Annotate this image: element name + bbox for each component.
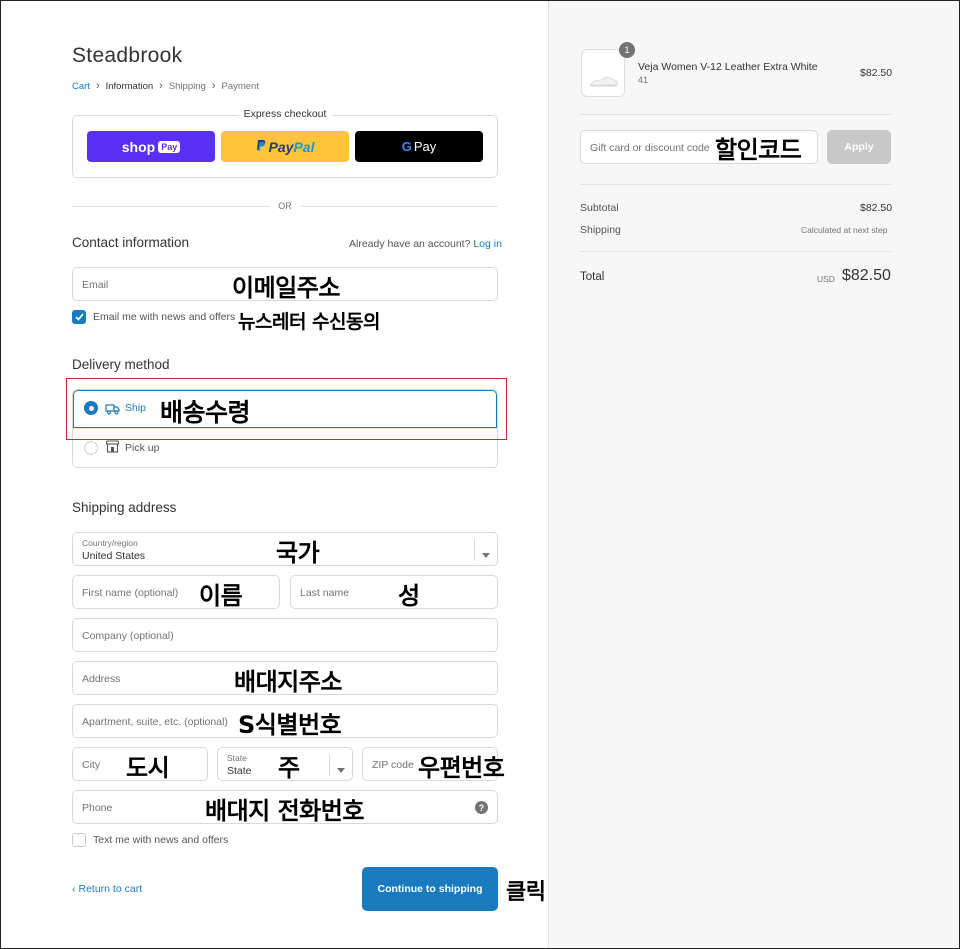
email-placeholder: Email	[82, 279, 109, 291]
breadcrumb-information: Information	[105, 80, 154, 92]
help-icon[interactable]: ?	[475, 801, 488, 814]
account-prompt: Already have an account? Log in	[349, 238, 502, 250]
breadcrumb: Cart › Information › Shipping › Payment	[72, 80, 259, 92]
login-link[interactable]: Log in	[473, 238, 502, 250]
annotation-address: 배대지주소	[234, 668, 342, 696]
pickup-radio[interactable]	[84, 441, 98, 455]
total-value: $82.50	[842, 267, 891, 284]
chevron-right-icon: ›	[159, 80, 163, 92]
chevron-down-icon	[337, 761, 345, 779]
country-label: Country/region	[82, 538, 138, 548]
email-offers-label: Email me with news and offers	[93, 311, 236, 323]
annotation-highlight-box	[66, 378, 507, 440]
annotation-state: 주	[278, 754, 300, 782]
annotation-first-name: 이름	[199, 582, 243, 610]
annotation-country: 국가	[276, 539, 320, 567]
currency-code: USD	[817, 274, 835, 284]
state-label: State	[227, 753, 247, 763]
paypal-logo-icon	[256, 139, 266, 155]
first-name-input[interactable]: First name (optional)	[72, 575, 280, 609]
company-placeholder: Company (optional)	[82, 630, 174, 642]
return-to-cart-link[interactable]: ‹ Return to cart	[72, 883, 142, 895]
select-divider	[329, 754, 330, 776]
annotation-city: 도시	[126, 754, 170, 782]
company-input[interactable]: Company (optional)	[72, 618, 498, 652]
breadcrumb-shipping: Shipping	[168, 80, 206, 92]
text-offers-label: Text me with news and offers	[93, 834, 229, 846]
discount-placeholder: Gift card or discount code	[590, 142, 710, 154]
product-thumbnail	[581, 49, 625, 97]
annotation-discount: 할인코드	[715, 136, 802, 164]
country-value: United States	[82, 550, 146, 562]
google-pay-button[interactable]: G Pay	[355, 131, 483, 162]
express-checkout-title: Express checkout	[72, 108, 498, 120]
annotation-newsletter: 뉴스레터 수신동의	[238, 311, 380, 333]
breadcrumb-payment: Payment	[221, 80, 259, 92]
shoe-icon	[589, 76, 618, 87]
product-variant: 41	[638, 75, 649, 85]
product-name: Veja Women V-12 Leather Extra White	[638, 61, 818, 73]
chevron-right-icon: ›	[211, 80, 216, 92]
city-placeholder: City	[82, 759, 101, 771]
last-name-placeholder: Last name	[300, 587, 350, 599]
chevron-left-icon: ‹	[72, 883, 76, 895]
annotation-zip: 우편번호	[418, 754, 505, 782]
pickup-label: Pick up	[125, 442, 160, 454]
annotation-continue: 클릭	[506, 880, 546, 905]
shop-pay-button[interactable]: shop Pay	[87, 131, 215, 162]
summary-divider	[580, 114, 891, 115]
annotation-apartment: S식별번호	[238, 711, 342, 739]
store-name[interactable]: Steadbrook	[72, 44, 182, 68]
chevron-right-icon: ›	[95, 80, 100, 92]
product-price: $82.50	[860, 67, 893, 79]
breadcrumb-cart[interactable]: Cart	[72, 81, 90, 92]
contact-heading: Contact information	[72, 235, 190, 250]
address-placeholder: Address	[82, 673, 121, 685]
last-name-input[interactable]: Last name	[290, 575, 498, 609]
shipping-label: Shipping	[580, 224, 621, 236]
zip-placeholder: ZIP code	[372, 759, 414, 771]
email-offers-checkbox[interactable]	[72, 310, 86, 324]
select-divider	[474, 539, 475, 561]
chevron-down-icon	[482, 546, 490, 564]
subtotal-label: Subtotal	[580, 202, 619, 214]
annotation-email: 이메일주소	[232, 274, 340, 302]
store-icon	[105, 440, 120, 458]
annotation-last-name: 성	[398, 582, 420, 610]
google-g-icon: G	[401, 139, 412, 154]
shipping-address-heading: Shipping address	[72, 500, 177, 515]
quantity-badge: 1	[619, 42, 635, 58]
first-name-placeholder: First name (optional)	[82, 587, 179, 599]
summary-divider	[580, 184, 891, 185]
total-label: Total	[580, 271, 605, 283]
state-value: State	[227, 765, 252, 777]
phone-placeholder: Phone	[82, 802, 113, 814]
apply-button[interactable]: Apply	[827, 130, 891, 164]
or-label: OR	[72, 201, 498, 211]
shipping-value: Calculated at next step	[801, 225, 888, 235]
order-summary: 1 Veja Women V-12 Leather Extra White 41…	[548, 1, 959, 948]
annotation-phone: 배대지 전화번호	[205, 797, 364, 825]
apartment-placeholder: Apartment, suite, etc. (optional)	[82, 716, 228, 728]
text-offers-checkbox[interactable]	[72, 833, 86, 847]
summary-divider	[580, 251, 891, 252]
subtotal-value: $82.50	[860, 202, 893, 214]
continue-to-shipping-button[interactable]: Continue to shipping	[362, 867, 498, 911]
delivery-heading: Delivery method	[72, 357, 170, 372]
paypal-button[interactable]: Pay Pal	[221, 131, 349, 162]
